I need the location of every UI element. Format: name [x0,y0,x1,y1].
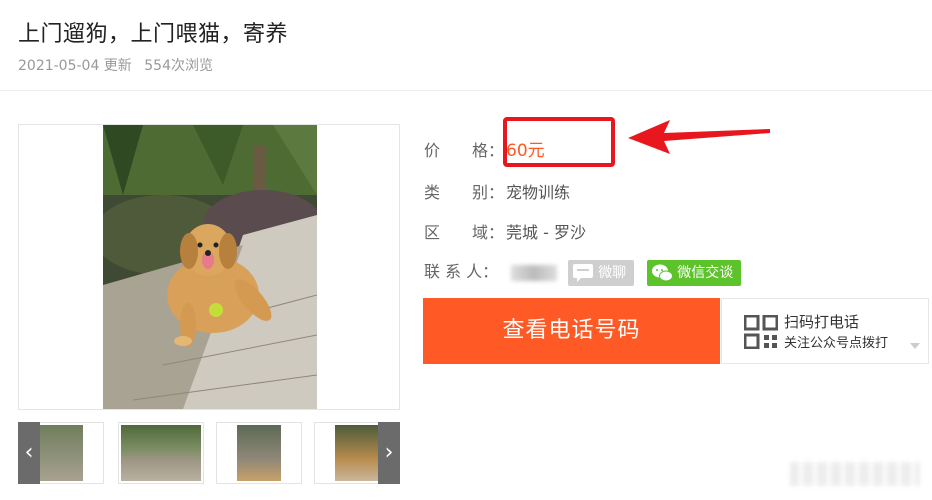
chevron-left-icon: ‹ [24,440,34,465]
scan-subtitle: 关注公众号点拨打 [784,336,889,351]
post-meta: 2021-05-04 更新 554次浏览 [18,55,221,75]
page-title: 上门遛狗，上门喂猫，寄养 [18,22,289,47]
contact-label: 联 系 人： [424,262,499,281]
area-value: 莞城 - 罗沙 [506,223,586,242]
weiliao-label: 微聊 [598,264,627,281]
thumbnail-strip: ‹ › [18,422,400,484]
thumbnail-2[interactable] [118,422,204,484]
category-value: 宠物训练 [506,183,571,202]
wechat-chat-label: 微信交谈 [677,264,734,281]
category-row: 类 别： 宠物训练 [424,179,570,203]
thumbnail-prev-button[interactable]: ‹ [18,422,40,484]
annotation-arrow-icon [628,120,770,154]
chevron-right-icon: › [384,440,394,465]
weiliao-button[interactable]: 微聊 [568,259,635,286]
chat-bubble-icon [573,263,594,282]
thumbnail-3[interactable] [216,422,302,484]
main-photo[interactable] [103,125,317,409]
contact-name-blurred [511,264,558,281]
area-row: 区 域： 莞城 - 罗沙 [424,219,586,243]
view-phone-button[interactable]: 查看电话号码 [423,298,720,364]
contact-row: 联 系 人： 微聊 微信交谈 [424,258,742,286]
wechat-chat-button[interactable]: 微信交谈 [647,259,742,286]
thumbnail-next-button[interactable]: › [378,422,400,484]
caret-down-icon [910,343,920,349]
area-label: 区 域： [424,223,505,242]
price-highlight-box [503,117,615,167]
dog-photo-image [103,125,317,409]
qr-code-icon [744,315,778,349]
view-count: 554次浏览 [144,58,213,74]
header-divider [0,90,932,91]
main-photo-frame [18,124,400,410]
update-date: 2021-05-04 更新 [18,58,132,74]
wechat-icon [652,264,674,281]
price-label: 价 格： [424,141,505,160]
watermark [790,462,920,486]
scan-title: 扫码打电话 [784,313,860,331]
scan-to-call-panel[interactable]: 扫码打电话 关注公众号点拨打 [721,298,929,364]
category-label: 类 别： [424,183,505,202]
